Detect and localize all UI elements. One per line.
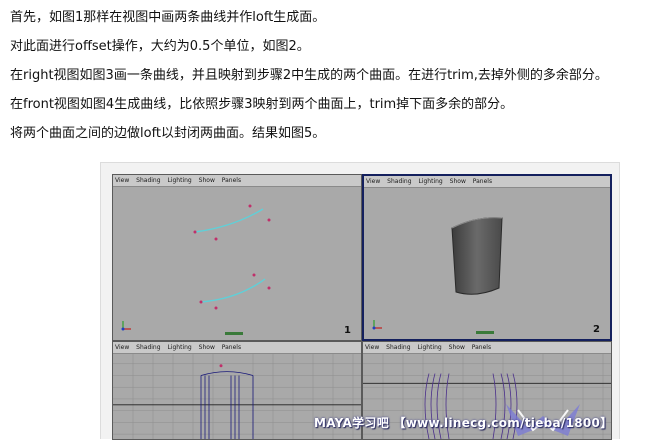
lower-curve [200,278,266,303]
menu-shading[interactable]: Shading [136,175,160,186]
menu-lighting[interactable]: Lighting [418,176,442,187]
menu-panels[interactable]: Panels [473,176,492,187]
site-watermark: MAYA学习吧 【www.linecg.com/tieba/1800】 [314,416,613,430]
viewport-2[interactable]: View Shading Lighting Show Panels 2 [362,174,612,341]
viewport-canvas[interactable] [364,188,610,339]
menu-show[interactable]: Show [199,342,215,353]
upper-curve [194,208,264,233]
cv-point [219,364,223,368]
cv-points [193,204,271,310]
step-4-text: 在front视图如图4生成曲线，比依照步骤3映射到两个曲面上，trim掉下面多余… [10,97,514,112]
panel-number: 1 [344,325,351,336]
menu-lighting[interactable]: Lighting [167,175,191,186]
menu-show[interactable]: Show [449,342,465,353]
menu-lighting[interactable]: Lighting [167,342,191,353]
curves-drawing [121,204,271,335]
camera-label-mark [476,331,494,334]
menu-shading[interactable]: Shading [136,342,160,353]
menu-panels[interactable]: Panels [222,342,241,353]
axis-indicator-icon [121,321,131,331]
menu-view[interactable]: View [115,175,129,186]
viewport-menubar: View Shading Lighting Show Panels [364,176,610,188]
step-3-text: 在right视图如图3画一条曲线，并且映射到步骤2中生成的两个曲面。在进行tri… [10,68,608,83]
offset-surface [451,217,503,295]
menu-view[interactable]: View [115,342,129,353]
menu-panels[interactable]: Panels [472,342,491,353]
menu-shading[interactable]: Shading [386,342,410,353]
panel-number: 2 [593,324,600,335]
step-2-text: 对此面进行offset操作，大约为0.5个单位，如图2。 [10,39,310,54]
viewport-canvas[interactable] [113,187,361,340]
menu-view[interactable]: View [365,342,379,353]
menu-shading[interactable]: Shading [387,176,411,187]
axis-indicator-icon [372,320,382,330]
camera-label-mark [225,332,243,335]
menu-lighting[interactable]: Lighting [417,342,441,353]
viewport-1[interactable]: View Shading Lighting Show Panels 1 [112,174,362,341]
menu-show[interactable]: Show [450,176,466,187]
instruction-text: 首先，如图1那样在视图中画两条曲线并作loft生成面。 对此面进行offset操… [10,10,660,155]
step-1-text: 首先，如图1那样在视图中画两条曲线并作loft生成面。 [10,10,326,25]
menu-show[interactable]: Show [199,175,215,186]
viewport-menubar: View Shading Lighting Show Panels [113,342,361,354]
surface-drawing [372,217,503,334]
viewport-menubar: View Shading Lighting Show Panels [113,175,361,187]
menu-panels[interactable]: Panels [222,175,241,186]
menu-view[interactable]: View [366,176,380,187]
viewport-menubar: View Shading Lighting Show Panels [363,342,611,354]
step-5-text: 将两个曲面之间的边做loft以封闭两曲面。结果如图5。 [10,126,326,141]
